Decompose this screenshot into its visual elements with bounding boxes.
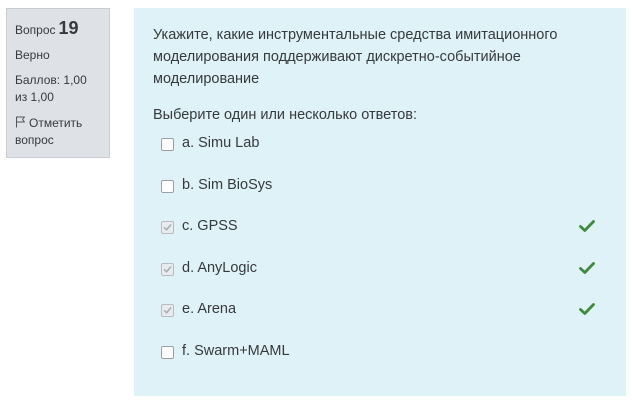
answer-option-label[interactable]: e. Arena [182,300,236,318]
answer-option-label[interactable]: a. Simu Lab [182,134,259,152]
answer-option: d. AnyLogic [161,258,601,300]
question-grade: Баллов: 1,00 из 1,00 [15,73,87,104]
checkmark-icon [163,265,172,273]
answer-list: a. Simu Lab b. Sim BioSys c. GPSS d. AnyLog… [161,133,601,383]
question-number-value: 19 [58,18,79,38]
answer-checkbox[interactable] [161,262,174,276]
answer-option: b. Sim BioSys [161,175,601,217]
answer-option-label[interactable]: b. Sim BioSys [182,176,272,194]
answer-checkbox[interactable] [161,304,174,318]
answer-option-label[interactable]: d. AnyLogic [182,259,257,277]
flag-question-link[interactable]: Отметить вопрос [15,115,101,149]
answer-option-label[interactable]: f. Swarm+MAML [182,342,290,360]
question-text: Укажите, какие инструментальные средства… [153,27,558,87]
answer-option: e. Arena [161,299,601,341]
answer-option: f. Swarm+MAML [161,341,601,383]
answer-checkbox[interactable] [161,221,174,235]
correct-check-icon [579,261,595,275]
answer-prompt: Выберите один или несколько ответов: [153,107,418,123]
question-content: Укажите, какие инструментальные средства… [134,8,626,396]
question-number: Вопрос 19 [15,16,101,40]
checkmark-icon [163,224,172,231]
flag-icon [15,116,26,128]
answer-option: a. Simu Lab [161,133,601,175]
answer-option-label[interactable]: c. GPSS [182,217,238,235]
correct-check-icon [579,219,595,233]
answer-checkbox[interactable] [161,138,174,151]
question-info-panel: Вопрос 19 Верно Баллов: 1,00 из 1,00 Отме… [6,8,110,158]
question-state: Верно [15,48,50,62]
answer-option: c. GPSS [161,216,601,258]
checkmark-icon [163,307,172,314]
answer-checkbox[interactable] [161,345,174,359]
question-number-label: Вопрос [15,23,56,37]
answer-checkbox[interactable] [161,179,174,193]
correct-check-icon [579,302,595,316]
